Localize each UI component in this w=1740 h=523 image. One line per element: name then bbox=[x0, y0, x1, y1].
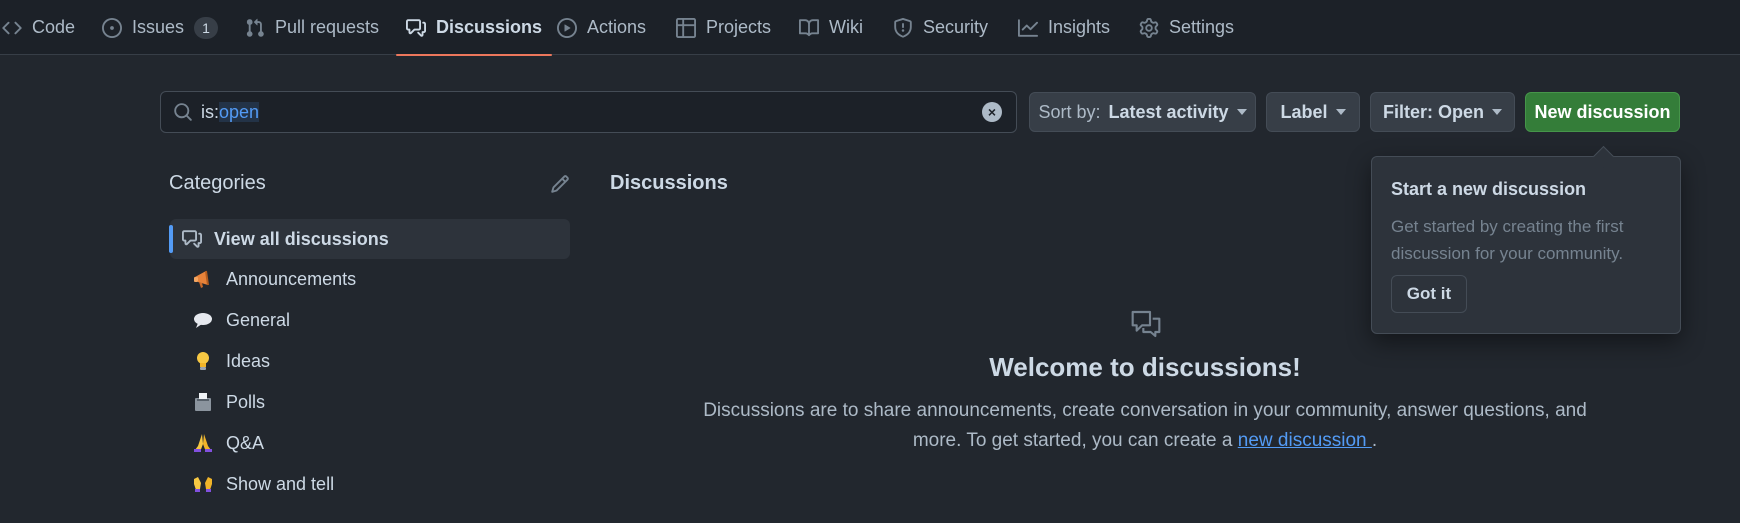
search-qualifier-value: open bbox=[219, 102, 260, 122]
category-label: Polls bbox=[226, 391, 266, 412]
tab-discussions[interactable]: Discussions bbox=[395, 0, 553, 56]
tab-discussions-label: Discussions bbox=[436, 17, 543, 37]
issues-count-badge: 1 bbox=[194, 16, 219, 39]
new-discussion-popover: Start a new discussion Get started by cr… bbox=[1371, 156, 1681, 334]
chevron-down-icon bbox=[1492, 109, 1502, 115]
state-filter-label: Filter: Open bbox=[1382, 101, 1484, 122]
category-label: Show and tell bbox=[226, 473, 335, 494]
play-icon bbox=[557, 17, 577, 38]
comment-discussion-icon bbox=[182, 230, 202, 248]
new-discussion-button[interactable]: New discussion bbox=[1525, 92, 1680, 132]
welcome-description: Discussions are to share announcements, … bbox=[660, 396, 1630, 456]
tab-insights-label: Insights bbox=[1048, 17, 1111, 37]
category-q-and-a[interactable]: Q&A bbox=[170, 423, 570, 463]
category-general[interactable]: General bbox=[170, 300, 570, 340]
shield-icon bbox=[894, 17, 912, 38]
search-query: is:open bbox=[201, 102, 260, 123]
tab-security-label: Security bbox=[923, 17, 989, 37]
got-it-button[interactable]: Got it bbox=[1391, 275, 1467, 313]
chevron-down-icon bbox=[1335, 109, 1346, 115]
clear-search-icon[interactable]: × bbox=[982, 102, 1002, 122]
tab-projects[interactable]: Projects bbox=[676, 0, 771, 55]
tab-settings[interactable]: Settings bbox=[1139, 0, 1234, 55]
raising-hands-emoji-icon bbox=[194, 477, 212, 492]
search-input[interactable]: is:open × bbox=[160, 91, 1017, 133]
gear-icon bbox=[1139, 17, 1159, 38]
tab-projects-label: Projects bbox=[706, 17, 772, 37]
tab-wiki[interactable]: Wiki bbox=[799, 0, 863, 55]
sort-label: Sort by: bbox=[1038, 101, 1101, 122]
tab-settings-label: Settings bbox=[1169, 17, 1235, 37]
git-pull-request-icon bbox=[246, 18, 264, 37]
tab-security[interactable]: Security bbox=[893, 0, 988, 55]
tab-pull-requests-label: Pull requests bbox=[275, 17, 380, 37]
tab-insights[interactable]: Insights bbox=[1018, 0, 1110, 55]
categories-heading: Categories bbox=[169, 172, 266, 194]
welcome-description-end: . bbox=[1371, 430, 1378, 451]
search-icon bbox=[174, 103, 192, 121]
welcome-description-line1: Discussions are to share announcements, … bbox=[703, 400, 1587, 421]
tab-issues[interactable]: Issues 1 bbox=[102, 0, 219, 55]
comment-discussion-icon bbox=[406, 18, 426, 37]
tab-pull-requests[interactable]: Pull requests bbox=[245, 0, 379, 55]
welcome-description-line2: more. To get started, you can create a bbox=[912, 430, 1233, 451]
discussions-heading: Discussions bbox=[610, 172, 728, 194]
sort-button[interactable]: Sort by: Latest activity bbox=[1029, 92, 1256, 132]
chevron-down-icon bbox=[1236, 109, 1247, 115]
category-ideas[interactable]: Ideas bbox=[170, 341, 570, 381]
category-label: Announcements bbox=[226, 268, 357, 289]
tab-actions[interactable]: Actions bbox=[557, 0, 646, 55]
label-filter-label: Label bbox=[1280, 101, 1328, 122]
issue-opened-icon bbox=[102, 17, 122, 38]
category-view-all[interactable]: View all discussions bbox=[169, 219, 570, 259]
graph-icon bbox=[1018, 18, 1038, 37]
welcome-title: Welcome to discussions! bbox=[989, 352, 1301, 382]
tab-code[interactable]: Code bbox=[2, 0, 75, 55]
folded-hands-emoji-icon bbox=[194, 434, 212, 452]
code-icon bbox=[2, 21, 22, 34]
label-filter-button[interactable]: Label bbox=[1266, 92, 1360, 132]
sort-value: Latest activity bbox=[1108, 101, 1229, 122]
table-icon bbox=[676, 17, 696, 38]
popover-title: Start a new discussion bbox=[1391, 179, 1587, 199]
tab-code-label: Code bbox=[32, 17, 76, 37]
tab-actions-label: Actions bbox=[587, 17, 647, 37]
search-qualifier: is: bbox=[201, 102, 219, 122]
tab-issues-label: Issues bbox=[132, 17, 185, 37]
light-bulb-emoji-icon bbox=[197, 352, 209, 370]
tab-wiki-label: Wiki bbox=[829, 17, 863, 37]
category-label: Q&A bbox=[226, 432, 265, 453]
category-show-and-tell[interactable]: Show and tell bbox=[170, 464, 570, 504]
pencil-icon[interactable] bbox=[550, 174, 570, 194]
new-discussion-link[interactable]: new discussion bbox=[1238, 430, 1372, 451]
category-label: Ideas bbox=[226, 350, 271, 371]
popover-body: Get started by creating the first discus… bbox=[1391, 217, 1624, 263]
ballot-box-emoji-icon bbox=[195, 393, 211, 411]
category-label: General bbox=[226, 309, 291, 330]
repo-nav: Code Issues 1 Pull requests Discussions … bbox=[0, 0, 1740, 56]
speech-balloon-emoji-icon bbox=[194, 313, 212, 328]
state-filter-button[interactable]: Filter: Open bbox=[1370, 92, 1515, 132]
category-polls[interactable]: Polls bbox=[170, 382, 570, 422]
book-icon bbox=[799, 18, 819, 36]
category-label: View all discussions bbox=[214, 228, 389, 249]
comment-discussion-icon bbox=[1131, 310, 1161, 338]
category-announcements[interactable]: Announcements bbox=[170, 259, 570, 299]
megaphone-emoji-icon bbox=[194, 270, 209, 288]
